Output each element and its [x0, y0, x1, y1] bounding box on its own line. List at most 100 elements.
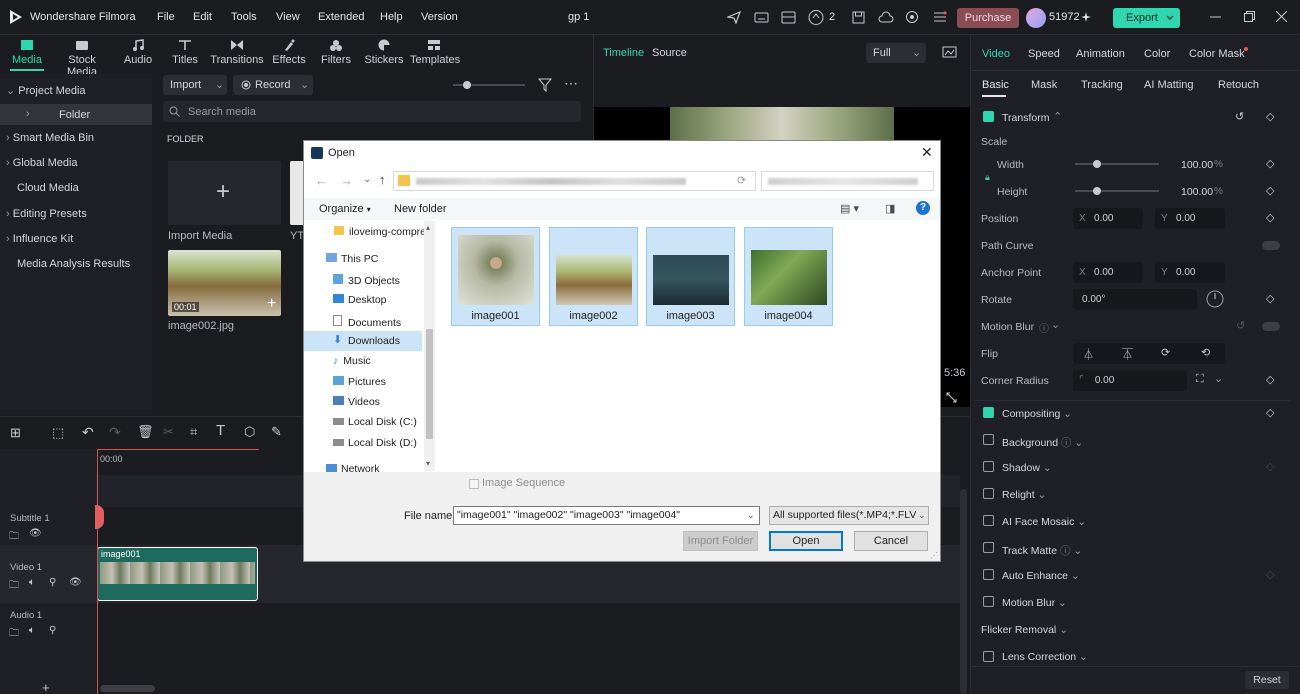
- flip-horizontal-icon[interactable]: ⏃: [1083, 346, 1094, 362]
- keyframe-diamond-icon[interactable]: ◇: [1266, 184, 1274, 197]
- nav-item-this-pc[interactable]: This PC: [326, 253, 378, 265]
- back-icon[interactable]: ←: [315, 173, 328, 188]
- thumbnail-size-slider[interactable]: [453, 81, 525, 89]
- list-menu-icon[interactable]: [933, 11, 947, 23]
- support-icon[interactable]: [905, 10, 919, 24]
- motion-blur-checkbox[interactable]: [983, 596, 994, 607]
- sidebar-item-influence-kit[interactable]: › Influence Kit: [6, 233, 73, 245]
- transform-checkbox[interactable]: [983, 111, 994, 122]
- nav-item-downloads[interactable]: ⬇ Downloads: [304, 331, 422, 351]
- menu-file[interactable]: File: [157, 11, 175, 23]
- nav-item-documents[interactable]: Documents: [333, 315, 401, 329]
- add-to-timeline-icon[interactable]: +: [267, 295, 276, 313]
- dialog-close-icon[interactable]: ✕: [921, 144, 933, 161]
- slider-knob[interactable]: [1093, 187, 1101, 195]
- height-slider[interactable]: [1075, 187, 1159, 195]
- sidebar-item-media-analysis[interactable]: Media Analysis Results: [17, 258, 130, 270]
- forward-icon[interactable]: →: [340, 173, 353, 188]
- notification-icon[interactable]: [807, 9, 825, 26]
- nav-item-local-disk-c[interactable]: Local Disk (C:): [333, 416, 417, 428]
- scroll-up-icon[interactable]: ▴: [426, 223, 430, 232]
- tab-source-preview[interactable]: Source: [652, 47, 687, 59]
- tab-templates[interactable]: Templates: [410, 39, 460, 66]
- nav-item-music[interactable]: ♪ Music: [333, 355, 371, 367]
- shape-tool-icon[interactable]: ⬡: [244, 424, 255, 440]
- export-button[interactable]: Export: [1113, 8, 1180, 28]
- compositing-checkbox[interactable]: [983, 407, 994, 418]
- preview-pane-icon[interactable]: ◨: [885, 202, 895, 215]
- height-value[interactable]: 100.00: [1181, 186, 1213, 198]
- anchor-x-input[interactable]: X 0.00: [1073, 262, 1143, 283]
- keyboard-icon[interactable]: [754, 11, 769, 24]
- keyframe-diamond-icon[interactable]: ◇: [1266, 460, 1274, 473]
- tab-filters[interactable]: Filters: [318, 39, 354, 66]
- speaker-icon[interactable]: 🔈︎: [29, 625, 35, 636]
- up-icon[interactable]: ↑: [379, 172, 386, 187]
- lens-correction-checkbox[interactable]: [983, 651, 994, 662]
- cloud-upload-icon[interactable]: [878, 11, 894, 24]
- timeline-clip-image001[interactable]: image001: [97, 547, 258, 601]
- recent-chevron-icon[interactable]: ⌄: [363, 174, 371, 185]
- send-icon[interactable]: [727, 11, 741, 24]
- subtab-ai-matting[interactable]: AI Matting: [1144, 79, 1194, 91]
- select-tool-icon[interactable]: ⬚: [52, 425, 64, 441]
- background-checkbox[interactable]: [983, 434, 994, 445]
- file-image001[interactable]: image001: [451, 227, 540, 326]
- path-curve-toggle[interactable]: [1262, 241, 1280, 250]
- corner-radius-input[interactable]: ⌜ 0.00: [1073, 370, 1187, 391]
- sidebar-item-cloud-media[interactable]: Cloud Media: [17, 182, 79, 194]
- refresh-icon[interactable]: ⟳: [737, 174, 746, 187]
- tab-titles[interactable]: Titles: [167, 39, 203, 66]
- text-tool-icon[interactable]: T: [216, 422, 225, 439]
- resize-grip-icon[interactable]: ⋰: [930, 551, 938, 560]
- view-options-icon[interactable]: ▤ ▾: [840, 202, 859, 215]
- open-button[interactable]: Open: [769, 531, 843, 551]
- search-media-input[interactable]: Search media: [163, 101, 581, 122]
- nav-item-pictures[interactable]: Pictures: [333, 376, 386, 388]
- slider-knob[interactable]: [1093, 160, 1101, 168]
- chevron-down-icon[interactable]: ⌄: [1051, 318, 1060, 331]
- anchor-y-input[interactable]: Y 0.00: [1155, 262, 1225, 283]
- import-dropdown[interactable]: Import ⌄: [163, 75, 227, 95]
- rotate-input[interactable]: 0.00°: [1073, 289, 1197, 310]
- close-icon[interactable]: [1276, 11, 1287, 22]
- keyframe-diamond-icon[interactable]: ◇: [1266, 568, 1274, 581]
- chevron-down-icon[interactable]: ⌄: [747, 507, 755, 524]
- nav-scrollbar[interactable]: ▴ ▾: [424, 221, 435, 471]
- menu-help[interactable]: Help: [380, 11, 403, 23]
- reset-icon[interactable]: ↺: [1236, 319, 1245, 332]
- keyframe-diamond-icon[interactable]: ◇: [1266, 373, 1274, 386]
- menu-tools[interactable]: Tools: [231, 11, 257, 23]
- position-x-input[interactable]: X 0.00: [1073, 208, 1143, 229]
- tab-stickers[interactable]: Stickers: [362, 39, 406, 66]
- sidebar-item-smart-media-bin[interactable]: › Smart Media Bin: [6, 132, 94, 144]
- save-icon[interactable]: [852, 11, 865, 24]
- tab-speed[interactable]: Speed: [1028, 48, 1060, 60]
- slider-knob[interactable]: [463, 81, 471, 89]
- more-icon[interactable]: ⋯: [564, 75, 578, 92]
- width-slider[interactable]: [1075, 160, 1159, 168]
- help-icon[interactable]: ?: [916, 201, 930, 215]
- nav-item-3d-objects[interactable]: 3D Objects: [333, 274, 400, 287]
- menu-view[interactable]: View: [276, 11, 300, 23]
- lock-track-icon[interactable]: ⚲: [49, 625, 56, 636]
- delete-icon[interactable]: 🗑︎: [137, 424, 154, 440]
- rotate-dial-icon[interactable]: [1206, 290, 1224, 308]
- import-media-tile[interactable]: +: [168, 161, 281, 225]
- avatar[interactable]: [1026, 8, 1046, 28]
- lock-track-icon[interactable]: ⚲: [49, 577, 56, 588]
- folder-icon[interactable]: 🗀: [9, 626, 19, 643]
- chevron-down-icon[interactable]: ⌄: [1214, 372, 1223, 385]
- sidebar-item-global-media[interactable]: › Global Media: [6, 157, 78, 169]
- menu-edit[interactable]: Edit: [193, 11, 212, 23]
- folder-icon[interactable]: 🗀: [9, 529, 19, 546]
- new-folder-button[interactable]: New folder: [394, 203, 447, 215]
- tab-video[interactable]: Video: [982, 48, 1010, 60]
- scroll-down-icon[interactable]: ▾: [426, 459, 430, 468]
- lock-icon[interactable]: 🔒︎: [985, 172, 990, 183]
- add-credits-icon[interactable]: [1081, 12, 1091, 22]
- import-folder-button[interactable]: Import Folder: [683, 531, 758, 551]
- menu-extended[interactable]: Extended: [318, 11, 364, 23]
- track-matte-checkbox[interactable]: [983, 542, 994, 553]
- help-icon[interactable]: ⓘ: [1039, 320, 1049, 335]
